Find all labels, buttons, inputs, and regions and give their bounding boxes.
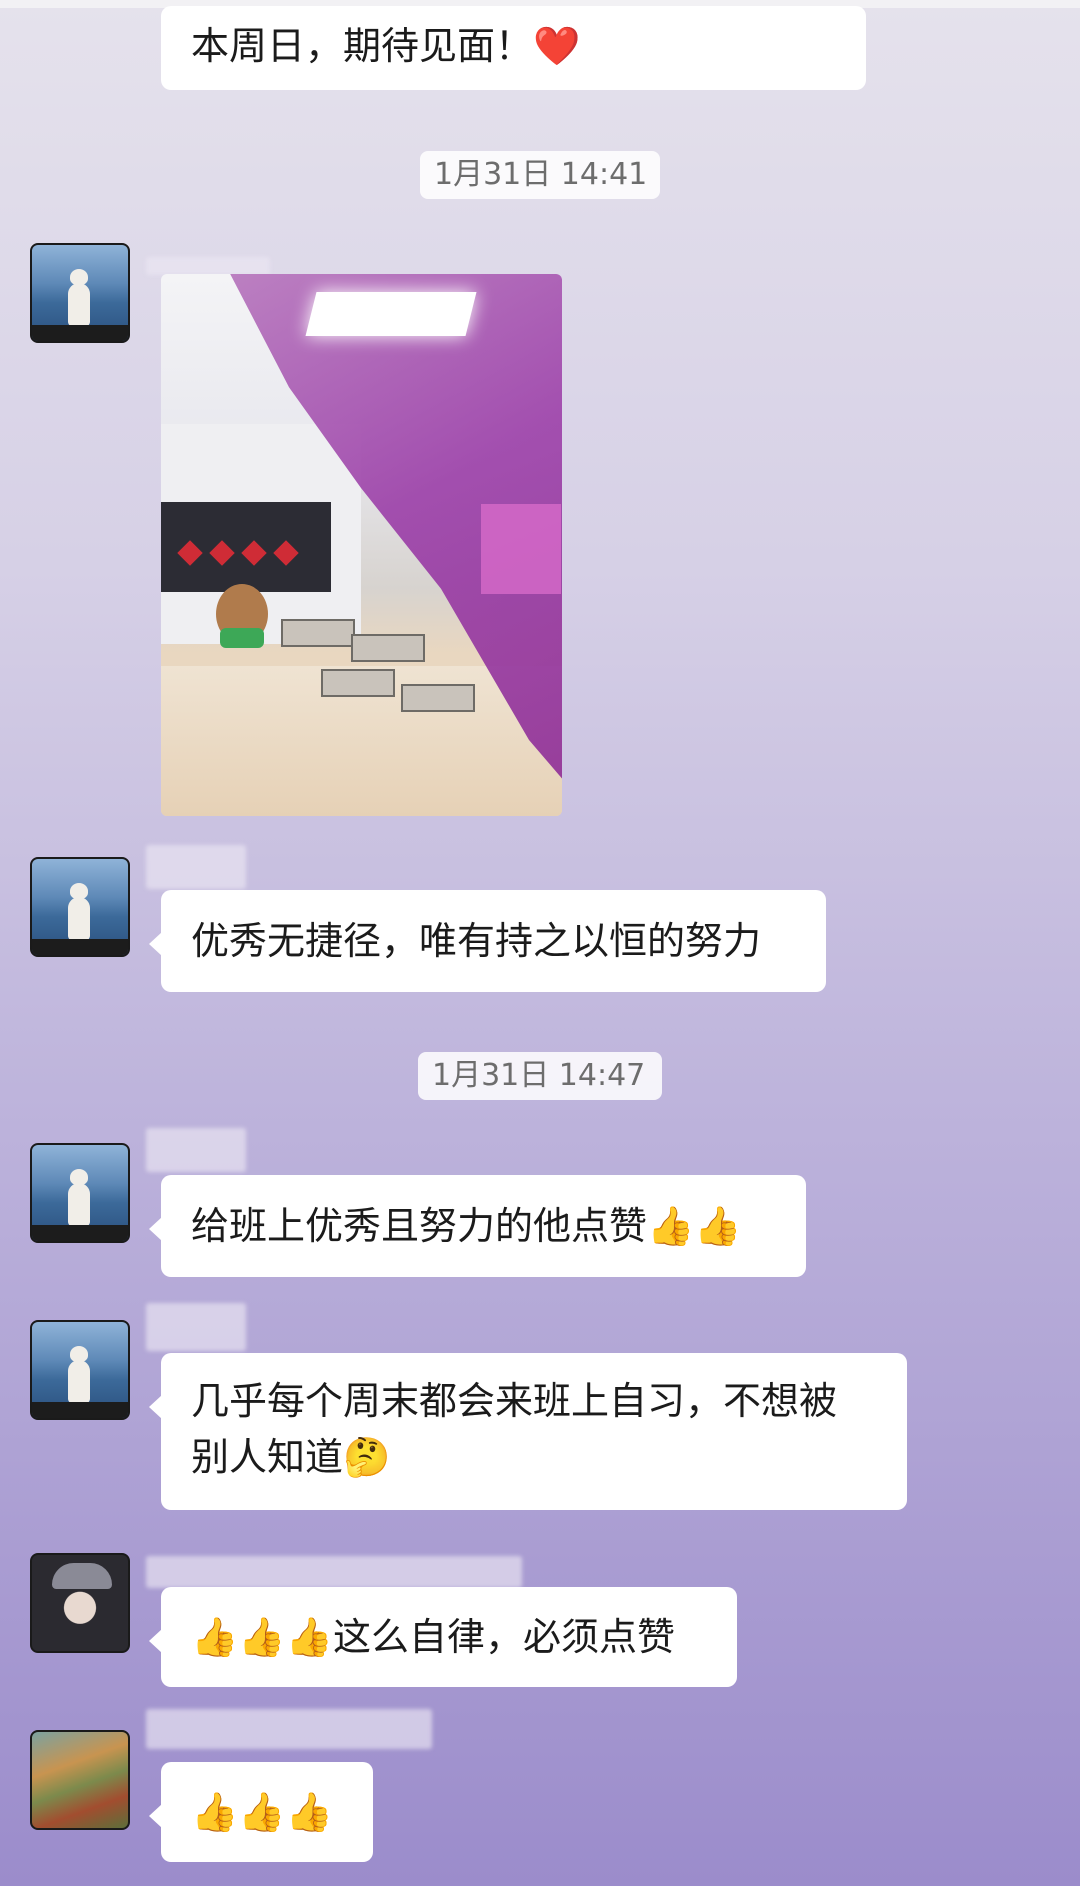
- photo-ceiling-light: [305, 292, 477, 336]
- sender-name-blurred: [146, 257, 270, 275]
- sender-name-blurred: [146, 1303, 246, 1351]
- message-text: 给班上优秀且努力的他点赞👍👍: [191, 1204, 742, 1248]
- message-bubble[interactable]: 优秀无捷径，唯有持之以恒的努力: [149, 890, 826, 992]
- message-bubble[interactable]: 👍👍👍: [149, 1762, 373, 1862]
- message-text: 👍👍👍: [191, 1790, 333, 1834]
- cat-icon: [68, 1169, 90, 1227]
- avatar-cat-by-sea[interactable]: [30, 1143, 130, 1243]
- classroom-photo[interactable]: [161, 274, 562, 816]
- sender-name-blurred: [146, 1556, 522, 1588]
- message-text: 本周日，期待见面！❤️: [191, 24, 581, 68]
- avatar-sill: [32, 1402, 128, 1418]
- message-text: 👍👍👍这么自律，必须点赞: [191, 1615, 675, 1659]
- timestamp-text: 1月31日 14:41: [434, 157, 648, 192]
- timestamp: 1月31日 14:41: [420, 151, 660, 199]
- photo-desk: [321, 669, 395, 697]
- cat-icon: [68, 1346, 90, 1404]
- avatar-sill: [32, 1225, 128, 1241]
- message-bubble[interactable]: 几乎每个周末都会来班上自习，不想被 别人知道🤔: [149, 1353, 907, 1510]
- message-text-line-1: 几乎每个周末都会来班上自习，不想被: [191, 1379, 838, 1423]
- timestamp-text: 1月31日 14:47: [432, 1058, 646, 1093]
- sender-name-blurred: [146, 1128, 246, 1172]
- photo-desk: [281, 619, 355, 647]
- message-bubble[interactable]: 本周日，期待见面！❤️: [161, 6, 866, 90]
- message-bubble[interactable]: 给班上优秀且努力的他点赞👍👍: [149, 1175, 806, 1277]
- sender-name-blurred: [146, 1709, 432, 1749]
- message-text: 优秀无捷径，唯有持之以恒的努力: [191, 919, 762, 963]
- message-text-line-2: 别人知道🤔: [191, 1435, 391, 1479]
- avatar-garden-pond[interactable]: [30, 1730, 130, 1830]
- message-bubble[interactable]: 👍👍👍这么自律，必须点赞: [149, 1587, 737, 1687]
- bear-sticker-icon: [216, 584, 268, 648]
- sender-name-blurred: [146, 845, 246, 889]
- avatar-sill: [32, 939, 128, 955]
- cat-icon: [68, 269, 90, 327]
- photo-desk: [351, 634, 425, 662]
- timestamp: 1月31日 14:47: [418, 1052, 662, 1100]
- avatar-cat-by-sea[interactable]: [30, 1320, 130, 1420]
- photo-desk: [401, 684, 475, 712]
- avatar-cat-by-sea[interactable]: [30, 857, 130, 957]
- photo-window: [481, 504, 561, 594]
- cat-icon: [68, 883, 90, 941]
- avatar-cat-by-sea[interactable]: [30, 243, 130, 343]
- avatar-girl-portrait[interactable]: [30, 1553, 130, 1653]
- avatar-sill: [32, 325, 128, 341]
